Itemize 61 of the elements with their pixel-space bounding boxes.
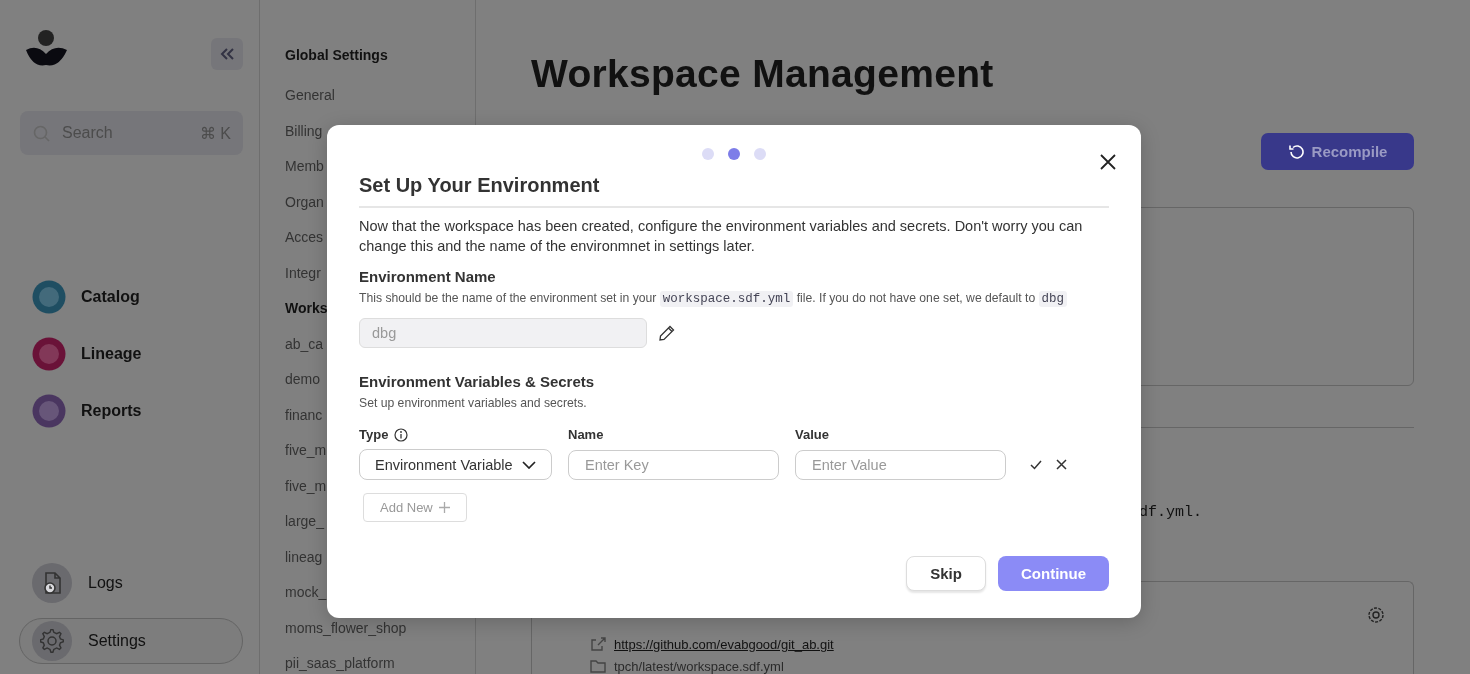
help-text: Set up environment variables and secrets. (359, 396, 588, 410)
checkmark-icon (1030, 459, 1042, 470)
settings-nav-item[interactable]: ab_ca (285, 335, 324, 352)
folder-icon (590, 658, 606, 674)
recompile-button[interactable]: Recompile (1261, 133, 1414, 170)
section-label: Environment Name (359, 268, 497, 285)
settings-nav-item[interactable]: General (285, 87, 335, 103)
confirm-button[interactable] (1030, 459, 1042, 470)
edit-button[interactable] (659, 325, 675, 341)
close-button[interactable] (1099, 153, 1117, 171)
help-text: This should be the name of the environment set in your workspace.sdf.yml file. If you do not have one set, we default to dbg (359, 291, 1109, 306)
settings-nav-item[interactable]: Organ (285, 193, 324, 210)
settings-nav-item[interactable]: Works (285, 300, 328, 316)
settings-nav-item[interactable]: demo (285, 371, 321, 387)
repository-link[interactable]: https://github.com/evabgood/git_ab.git (614, 636, 834, 652)
document-clock-icon (42, 571, 62, 595)
sidebar-item[interactable]: Logs (19, 560, 243, 606)
description-text: Now that the workspace has been created, configure the environment variables and secrets. Don't worry you can change this and the name of the environmnet in settings later. (359, 217, 1084, 256)
settings-nav-item[interactable]: five_m (285, 442, 327, 458)
file-name-text: df.yml. (1139, 504, 1202, 521)
remove-button[interactable] (1056, 459, 1067, 470)
settings-nav-item[interactable]: five_m (285, 477, 327, 494)
close-icon (1099, 153, 1117, 171)
collapse-button[interactable] (211, 38, 243, 70)
settings-nav-item[interactable]: moms_flower_shop (285, 619, 407, 636)
nav-item[interactable]: Reports (81, 402, 142, 420)
pencil-icon (659, 325, 675, 341)
file-path: tpch/latest/workspace.sdf.yml (614, 658, 784, 674)
settings-nav-item[interactable]: large_ (285, 513, 324, 529)
nav-item[interactable]: Lineage (81, 345, 142, 363)
double-chevron-left-icon (219, 47, 235, 61)
key-input-field[interactable]: Enter Key (568, 449, 779, 480)
type-dropdown[interactable]: Environment Variable (359, 449, 552, 480)
settings-nav-item[interactable]: Memb (285, 158, 324, 174)
settings-nav-item[interactable]: Billing (285, 122, 323, 139)
chevron-down-icon (522, 460, 536, 469)
column-label: Name (568, 427, 604, 442)
page-title: Workspace Management (531, 52, 995, 96)
value-input-field[interactable]: Enter Value (795, 449, 1006, 480)
close-icon (1056, 459, 1067, 470)
section-label: Environment Variables & Secrets (359, 373, 596, 390)
nav-item[interactable]: Catalog (81, 288, 140, 306)
section-heading: Global Settings (285, 47, 389, 64)
add-new-button[interactable]: Add New (363, 493, 467, 522)
logo-icon (25, 28, 67, 66)
column-label: Type (359, 427, 389, 442)
skip-button[interactable]: Skip (906, 556, 986, 591)
plus-icon (438, 502, 450, 513)
settings-nav-item[interactable]: financ (285, 406, 323, 423)
settings-nav-item[interactable]: lineag (285, 548, 323, 565)
settings-nav-item[interactable]: mock_ (285, 584, 327, 600)
external-link-icon (590, 636, 606, 652)
settings-nav-item[interactable]: Acces (285, 229, 324, 245)
dialog-title: Set Up Your Environment (359, 174, 1109, 208)
info-icon (394, 427, 409, 442)
refresh-icon (1287, 143, 1304, 160)
settings-nav-item[interactable]: pii_saas_platform (285, 655, 395, 671)
column-label: Value (795, 427, 829, 442)
continue-button[interactable]: Continue (998, 556, 1109, 591)
sidebar-item[interactable]: Settings (19, 618, 243, 664)
settings-nav-item[interactable]: Integr (285, 264, 321, 281)
